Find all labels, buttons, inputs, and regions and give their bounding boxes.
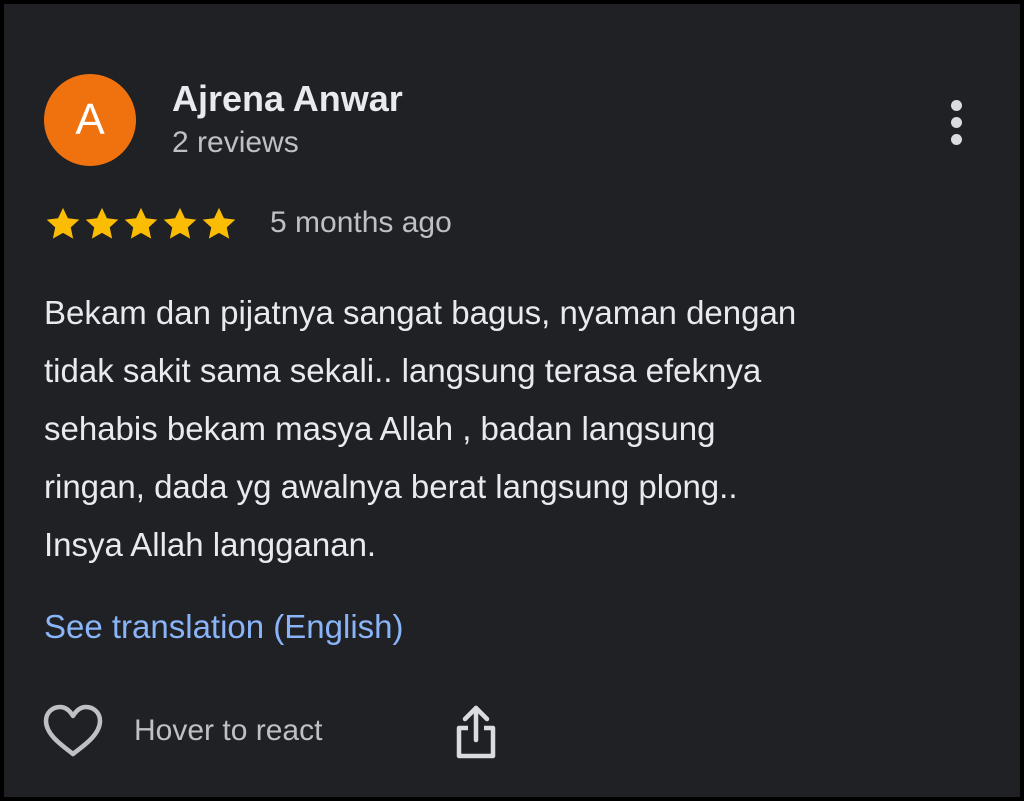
share-button[interactable] <box>449 698 503 764</box>
star-rating <box>44 202 239 246</box>
more-vert-icon <box>950 99 962 111</box>
see-translation-link[interactable]: See translation (English) <box>44 608 404 646</box>
react-button[interactable]: Hover to react <box>42 698 322 764</box>
review-card: A Ajrena Anwar 2 reviews 5 months ago Be… <box>4 4 1020 797</box>
star-icon <box>163 207 197 239</box>
star-icon <box>124 207 158 239</box>
review-text-line: Insya Allah langganan. <box>44 526 377 563</box>
star-icon <box>85 207 119 239</box>
star-icon <box>202 207 236 239</box>
review-text: Bekam dan pijatnya sangat bagus, nyaman … <box>44 284 1004 574</box>
reviewer-name[interactable]: Ajrena Anwar <box>172 78 403 120</box>
review-text-line: Bekam dan pijatnya sangat bagus, nyaman … <box>44 294 797 331</box>
review-text-line: tidak sakit sama sekali.. langsung teras… <box>44 352 762 389</box>
review-text-line: ringan, dada yg awalnya berat langsung p… <box>44 468 738 505</box>
avatar[interactable]: A <box>44 74 136 166</box>
more-options-button[interactable] <box>934 92 978 152</box>
share-icon <box>456 705 496 759</box>
star-icon <box>46 207 80 239</box>
review-date: 5 months ago <box>270 206 452 239</box>
more-vert-icon-dot <box>950 116 962 128</box>
more-vert-icon-dot <box>950 133 962 145</box>
review-text-line: sehabis bekam masya Allah , badan langsu… <box>44 410 716 447</box>
react-label: Hover to react <box>134 714 323 747</box>
reviewer-review-count[interactable]: 2 reviews <box>172 126 299 160</box>
heart-icon <box>43 704 103 757</box>
